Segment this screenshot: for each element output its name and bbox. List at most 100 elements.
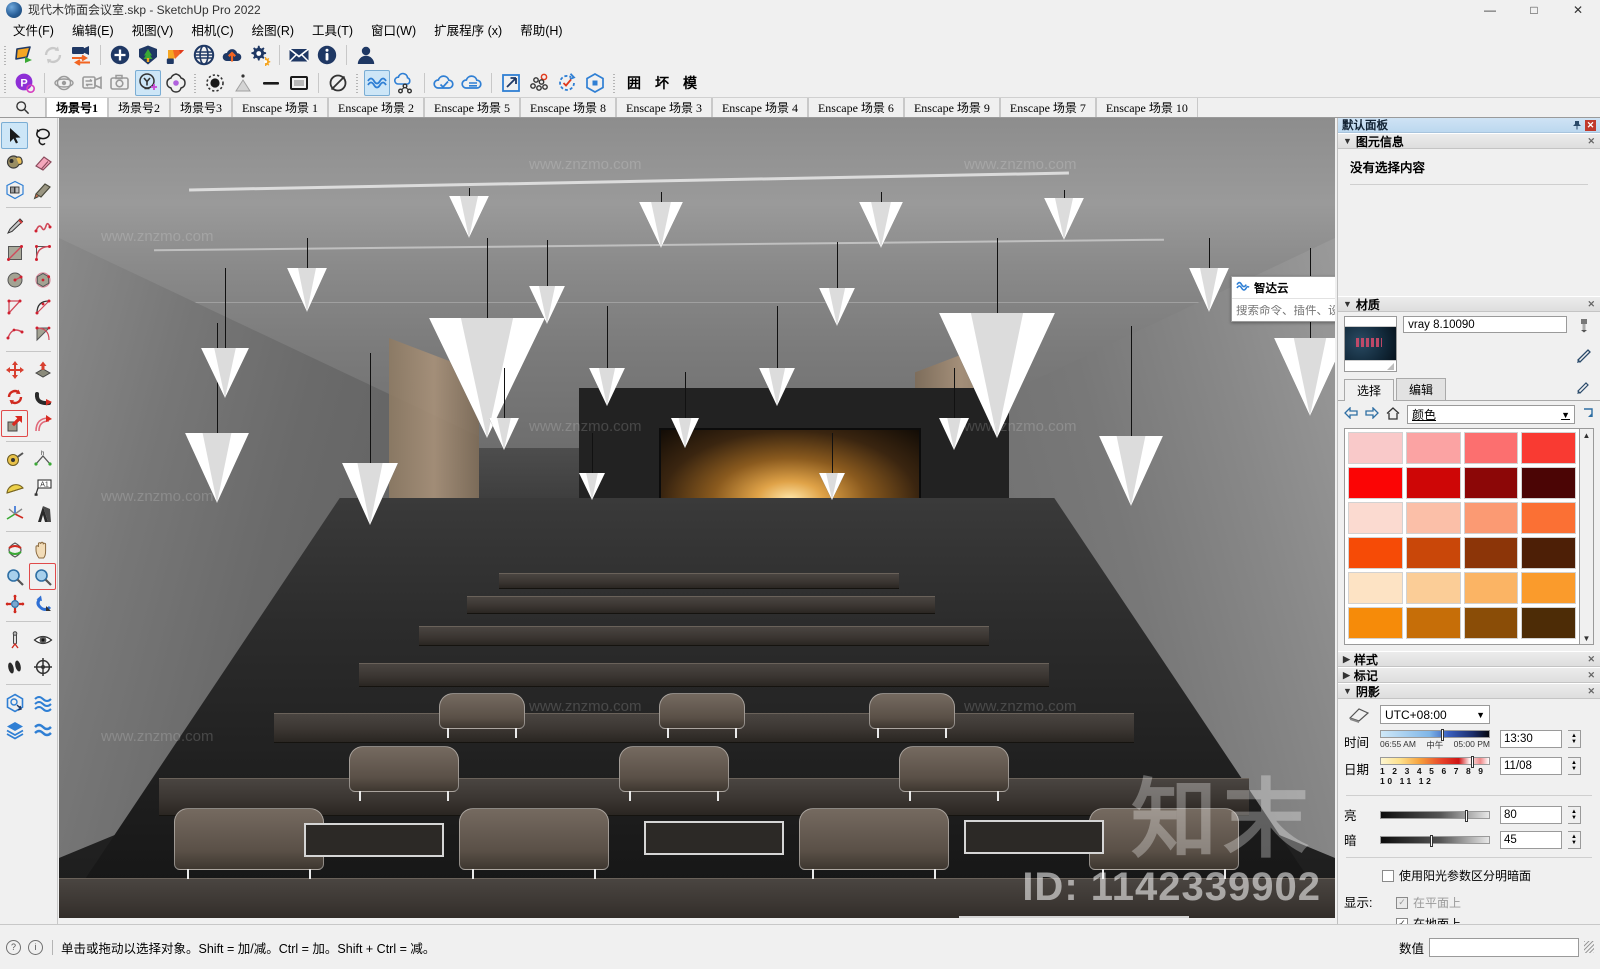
text-tool[interactable]: A1 xyxy=(29,473,56,500)
move-tool[interactable] xyxy=(1,356,28,383)
menu-file[interactable]: 文件(F) xyxy=(4,18,63,41)
scale-tool[interactable] xyxy=(1,410,28,437)
scene-tab-4[interactable]: Enscape 场景 2 xyxy=(328,98,425,117)
pin-icon[interactable] xyxy=(1572,120,1582,130)
dimension-tool[interactable]: h xyxy=(29,446,56,473)
color-swatch[interactable] xyxy=(1405,537,1461,569)
color-swatch[interactable] xyxy=(1405,607,1461,639)
maximize-button[interactable]: □ xyxy=(1512,0,1556,19)
3d-text-tool[interactable] xyxy=(29,500,56,527)
previous-view-tool[interactable] xyxy=(29,590,56,617)
pan-tool[interactable] xyxy=(29,536,56,563)
menu-extensions[interactable]: 扩展程序 (x) xyxy=(425,18,511,41)
resize-grip-icon[interactable] xyxy=(1584,941,1594,953)
refresh-check-icon[interactable] xyxy=(554,70,580,96)
cube-3d-icon[interactable] xyxy=(582,70,608,96)
swatch-scrollbar[interactable]: ▲ ▼ xyxy=(1580,428,1594,645)
time-spinner[interactable]: ▲ ▼ xyxy=(1568,730,1581,748)
section-entity-info[interactable]: ▼ 图元信息 ✕ xyxy=(1338,133,1600,149)
position-camera-tool[interactable] xyxy=(1,626,28,653)
plugin-waves2-tool[interactable] xyxy=(29,716,56,743)
lasso-select-tool[interactable] xyxy=(29,122,56,149)
color-swatch[interactable] xyxy=(1521,467,1576,499)
pencil-edit-icon[interactable] xyxy=(1576,381,1594,400)
timezone-select[interactable]: UTC+08:00 ▼ xyxy=(1380,705,1490,724)
purple-p-icon[interactable]: P xyxy=(12,70,38,96)
section-plane-tool[interactable] xyxy=(29,653,56,680)
circle-tool[interactable] xyxy=(1,266,28,293)
cloud-upload-icon[interactable] xyxy=(219,42,245,68)
color-swatch[interactable] xyxy=(1405,502,1461,534)
time-slider[interactable] xyxy=(1380,729,1490,741)
arrow-right-icon[interactable] xyxy=(1365,406,1379,422)
shadow-toggle-icon[interactable] xyxy=(1344,706,1374,724)
rotated-rectangle-tool[interactable] xyxy=(29,239,56,266)
color-fan-icon[interactable] xyxy=(163,42,189,68)
dark-slider-knob[interactable] xyxy=(1429,834,1433,847)
menu-help[interactable]: 帮助(H) xyxy=(511,18,571,41)
display-option-0[interactable]: ✓ 在平面上 xyxy=(1396,892,1461,913)
zoom-tool[interactable] xyxy=(1,563,28,590)
two-point-arc-tool[interactable] xyxy=(29,293,56,320)
value-input[interactable] xyxy=(1429,937,1579,957)
color-swatch[interactable] xyxy=(1521,537,1576,569)
material-thumbnail[interactable] xyxy=(1344,316,1398,372)
three-point-arc-tool[interactable] xyxy=(1,320,28,347)
section-tags[interactable]: ▶ 标记 ✕ xyxy=(1338,667,1600,683)
freehand-tool[interactable] xyxy=(29,212,56,239)
color-swatch[interactable] xyxy=(1405,432,1461,464)
tree-shield-icon[interactable] xyxy=(135,42,161,68)
on-faces-checkbox[interactable]: ✓ xyxy=(1396,896,1408,909)
light-value[interactable]: 80 xyxy=(1500,805,1562,824)
rect-light-icon[interactable] xyxy=(286,70,312,96)
mo-cjk-button[interactable]: 模 xyxy=(677,70,703,96)
zoom-window-tool[interactable] xyxy=(29,563,56,590)
color-swatch[interactable] xyxy=(1463,432,1519,464)
close-icon[interactable]: ✕ xyxy=(1585,119,1596,131)
section-styles[interactable]: ▶ 样式 ✕ xyxy=(1338,651,1600,667)
detail-arrow-icon[interactable] xyxy=(1582,407,1594,422)
eraser-tool[interactable] xyxy=(29,149,56,176)
scene-tab-6[interactable]: Enscape 场景 8 xyxy=(520,98,616,117)
3d-viewport[interactable]: www.znzmo.com www.znzmo.com www.znzmo.co… xyxy=(59,118,1335,918)
scene-tab-9[interactable]: Enscape 场景 6 xyxy=(807,98,904,117)
flower-asset-icon[interactable] xyxy=(163,70,189,96)
offset-tool[interactable] xyxy=(29,410,56,437)
material-name-input[interactable] xyxy=(1403,316,1568,333)
protractor-tool[interactable] xyxy=(1,473,28,500)
paint-bucket-tool[interactable] xyxy=(1,149,28,176)
color-swatch[interactable] xyxy=(1348,607,1403,639)
pushpull-tool[interactable] xyxy=(29,356,56,383)
add-circle-icon[interactable] xyxy=(107,42,133,68)
color-swatch[interactable] xyxy=(1463,572,1519,604)
scene-tab-11[interactable]: Enscape 场景 7 xyxy=(999,98,1096,117)
info-icon[interactable] xyxy=(314,42,340,68)
arrow-left-icon[interactable] xyxy=(1344,406,1358,422)
pie-tool[interactable] xyxy=(29,320,56,347)
color-swatch[interactable] xyxy=(1521,502,1576,534)
section-close-icon[interactable]: ✕ xyxy=(1587,670,1595,681)
followme-tool[interactable] xyxy=(29,383,56,410)
menu-draw[interactable]: 绘图(R) xyxy=(243,18,303,41)
search-icon[interactable] xyxy=(0,98,46,117)
light-slider[interactable] xyxy=(1380,809,1490,822)
transfer-icon[interactable] xyxy=(68,42,94,68)
date-spinner[interactable]: ▲ ▼ xyxy=(1568,757,1581,775)
home-icon[interactable] xyxy=(1386,406,1400,423)
tab-select[interactable]: 选择 xyxy=(1344,379,1395,401)
date-slider[interactable] xyxy=(1380,756,1490,768)
section-materials[interactable]: ▼ 材质 ✕ xyxy=(1338,296,1600,312)
scroll-down-arrow[interactable]: ▼ xyxy=(1583,632,1591,644)
line-light-icon[interactable] xyxy=(258,70,284,96)
scene-tab-0[interactable]: 场景号1 xyxy=(46,98,109,117)
scene-tab-3[interactable]: Enscape 场景 1 xyxy=(232,98,329,117)
toolbar-grip[interactable] xyxy=(611,71,618,94)
tab-edit[interactable]: 编辑 xyxy=(1396,378,1447,400)
huai-cjk-button[interactable]: 坏 xyxy=(649,70,675,96)
dark-spinner[interactable]: ▲ ▼ xyxy=(1568,830,1581,849)
cloud-list-icon[interactable] xyxy=(459,70,485,96)
question-circle-icon[interactable]: ? xyxy=(6,939,21,955)
use-sun-checkbox[interactable] xyxy=(1382,869,1394,882)
section-close-icon[interactable]: ✕ xyxy=(1587,654,1595,665)
color-swatch[interactable] xyxy=(1463,607,1519,639)
